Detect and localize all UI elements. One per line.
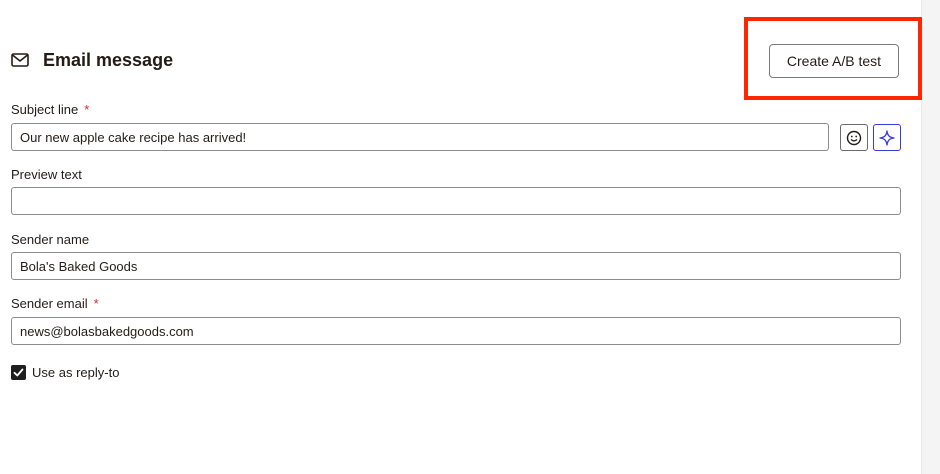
sender-name-value: Bola's Baked Goods xyxy=(20,258,138,274)
subject-line-label-text: Subject line xyxy=(11,102,79,117)
email-message-header: Email message xyxy=(11,48,901,76)
reply-to-checkbox[interactable] xyxy=(11,365,26,380)
preview-text-input[interactable] xyxy=(11,187,901,215)
subject-line-value: Our new apple cake recipe has arrived! xyxy=(20,129,247,145)
smiley-icon xyxy=(846,130,862,145)
create-ab-test-button[interactable]: Create A/B test xyxy=(769,44,899,78)
sender-email-label: Sender email * xyxy=(11,296,99,311)
subject-line-label: Subject line * xyxy=(11,102,89,117)
preview-text-label: Preview text xyxy=(11,167,82,182)
sender-email-value: news@bolasbakedgoods.com xyxy=(20,323,194,339)
sparkle-icon xyxy=(879,129,895,146)
emoji-button[interactable] xyxy=(840,124,868,151)
ai-assist-button[interactable] xyxy=(873,124,901,151)
required-mark: * xyxy=(93,296,99,311)
mail-icon xyxy=(11,53,29,67)
sender-name-label: Sender name xyxy=(11,232,90,247)
reply-to-label: Use as reply-to xyxy=(32,365,120,380)
section-title: Email message xyxy=(43,50,174,70)
sender-email-label-text: Sender email xyxy=(11,296,88,311)
sender-name-input[interactable]: Bola's Baked Goods xyxy=(11,252,901,280)
right-panel-edge xyxy=(921,0,940,474)
subject-line-input[interactable]: Our new apple cake recipe has arrived! xyxy=(11,123,829,151)
required-mark: * xyxy=(84,102,90,117)
checkmark-icon xyxy=(13,368,24,377)
sender-email-input[interactable]: news@bolasbakedgoods.com xyxy=(11,317,901,345)
